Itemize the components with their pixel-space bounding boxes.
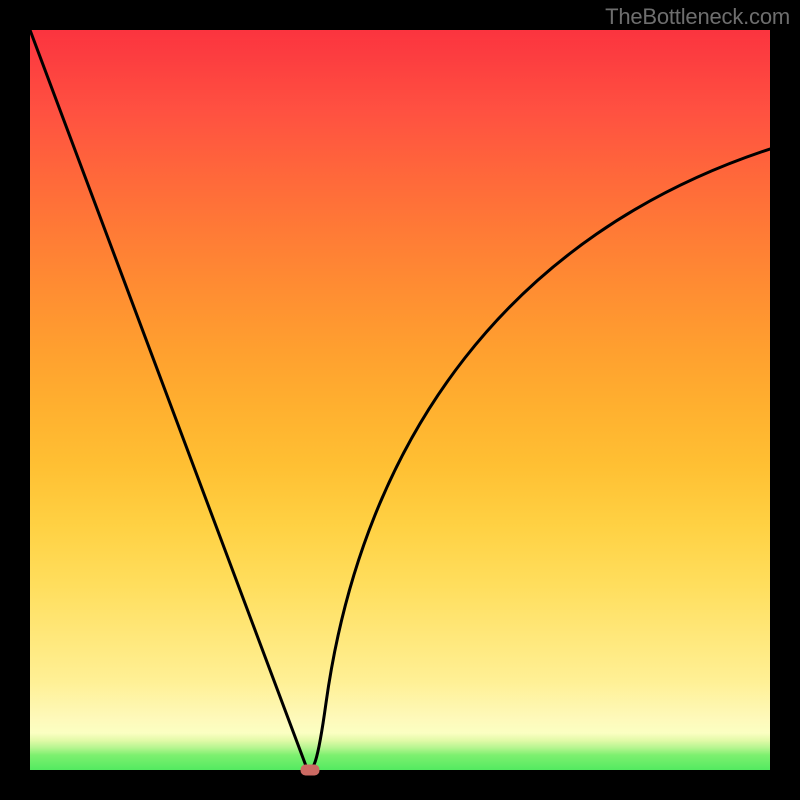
attribution-text: TheBottleneck.com (605, 4, 790, 30)
curve-svg (30, 30, 770, 770)
bottleneck-curve (30, 30, 770, 770)
plot-area (30, 30, 770, 770)
chart-frame: TheBottleneck.com (0, 0, 800, 800)
